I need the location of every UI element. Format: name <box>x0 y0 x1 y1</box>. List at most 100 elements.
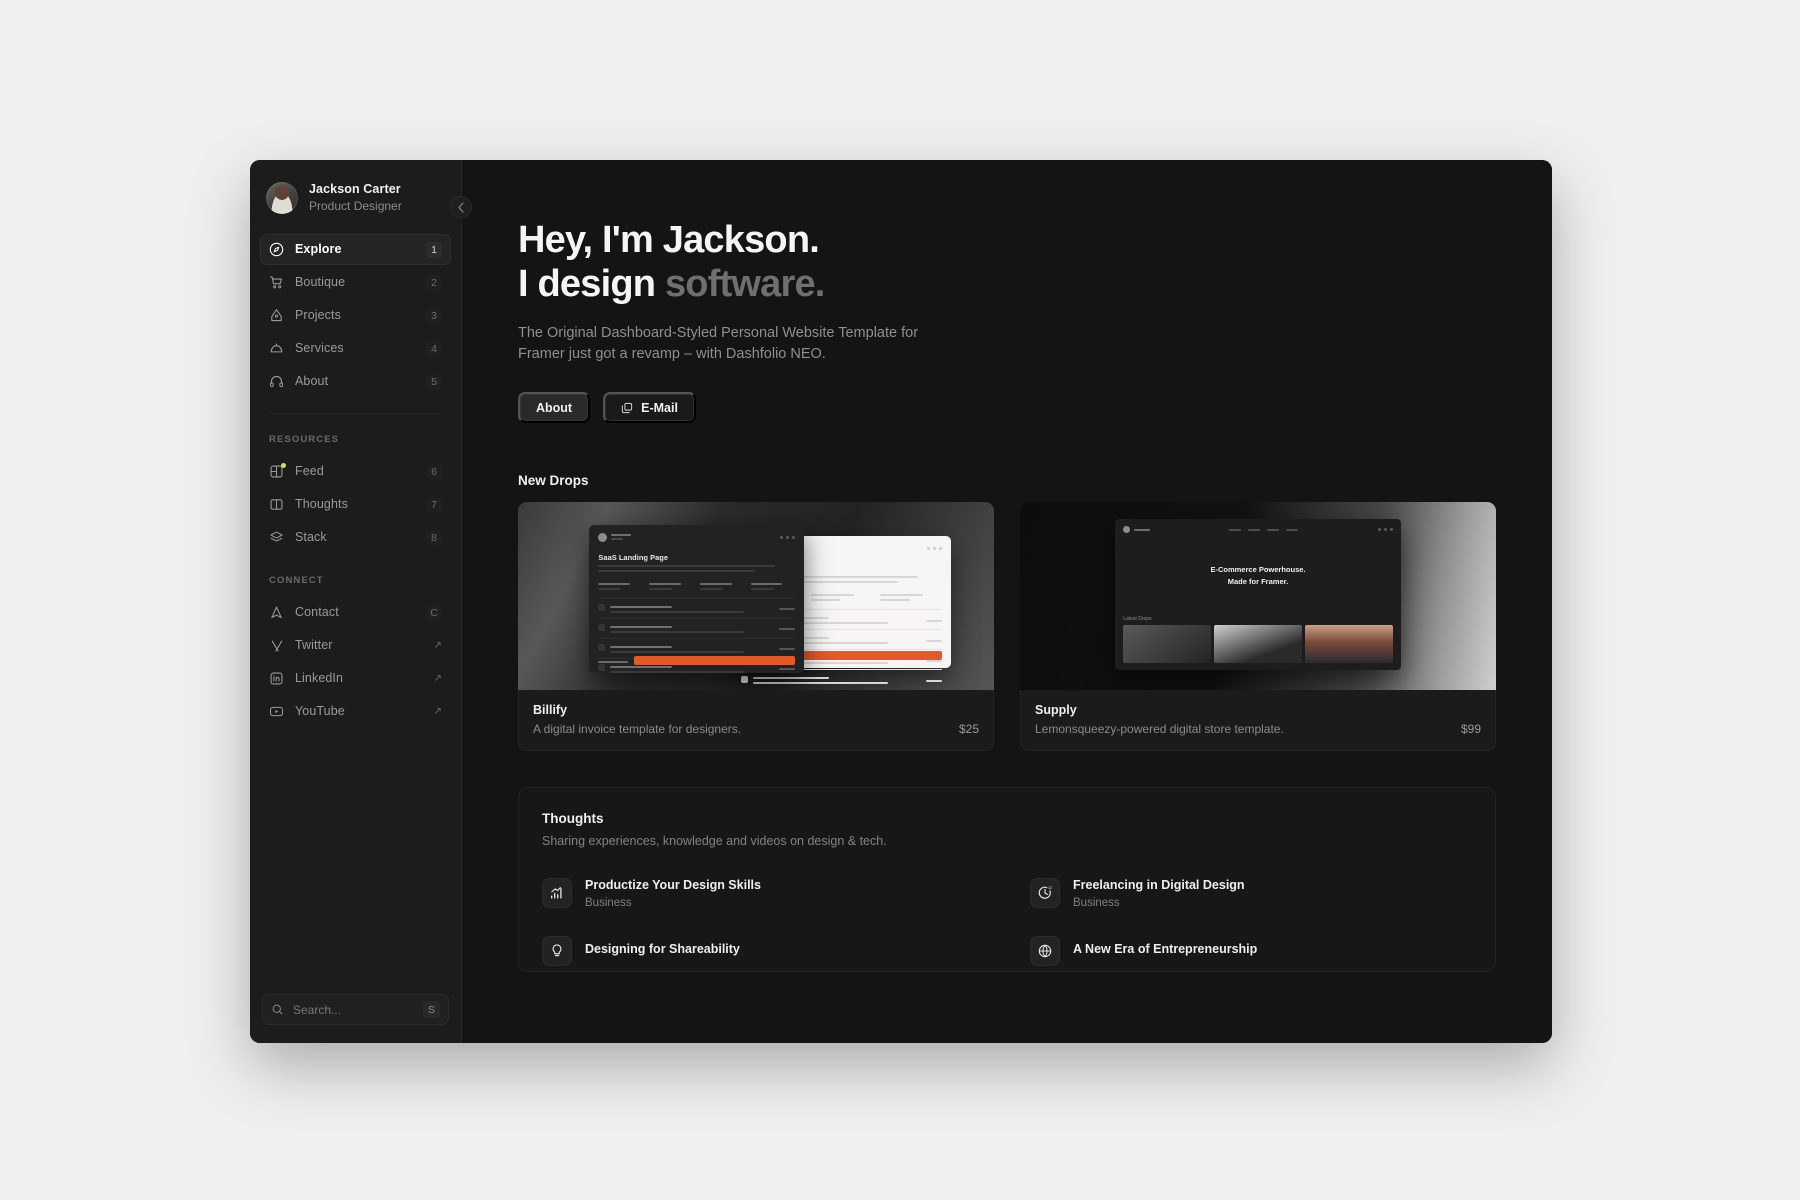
external-link-icon: ↗ <box>433 640 442 652</box>
sidebar-heading-resources: RESOURCES <box>269 434 340 446</box>
sidebar-item-badge: 3 <box>426 307 442 324</box>
sidebar-item-twitter[interactable]: Twitter ↗ <box>260 630 451 661</box>
preview-dark-heading: SaaS Landing Page <box>598 552 668 562</box>
thought-title: Designing for Shareability <box>585 942 740 956</box>
preview-gallery-item <box>1214 624 1302 663</box>
preview-gallery-item <box>1123 624 1212 663</box>
product-card-billify[interactable]: anding Page <box>518 502 994 752</box>
sidebar-item-about[interactable]: About 5 <box>260 366 451 397</box>
product-price: $25 <box>958 722 979 737</box>
headphone-icon <box>269 374 284 389</box>
profile-role: Product Designer <box>309 198 402 213</box>
thought-title: A New Era of Entrepreneurship <box>1073 942 1258 956</box>
hero-subtitle: The Original Dashboard-Styled Personal W… <box>518 325 919 362</box>
copy-icon <box>621 402 633 414</box>
search-shortcut: S <box>423 1001 440 1018</box>
sidebar-item-youtube[interactable]: YouTube ↗ <box>260 696 451 727</box>
sidebar-item-badge: 5 <box>426 373 442 390</box>
thoughts-title: Thoughts <box>542 811 604 827</box>
product-price: $99 <box>1460 722 1481 737</box>
connect-nav: Contact C Twitter ↗ LinkedIn ↗ YouTube ↗ <box>250 597 461 729</box>
sidebar-item-label: Services <box>295 341 344 356</box>
sidebar-item-explore[interactable]: Explore 1 <box>260 234 451 266</box>
sidebar-item-linkedin[interactable]: LinkedIn ↗ <box>260 663 451 694</box>
preview-supply-window: E-Commerce Powerhouse. Made for Framer. … <box>1115 519 1401 670</box>
sidebar-item-projects[interactable]: Projects 3 <box>260 300 451 331</box>
preview-headline-1: E-Commerce Powerhouse. <box>1210 564 1306 574</box>
bell-icon <box>269 341 284 356</box>
thought-item[interactable]: Productize Your Design Skills Business <box>542 872 984 914</box>
sidebar-item-label: Stack <box>295 530 327 545</box>
sidebar-item-badge: 4 <box>426 340 442 357</box>
resources-nav: Feed 6 Thoughts 7 Stack 8 <box>250 456 461 555</box>
thought-title: Productize Your Design Skills <box>585 878 761 892</box>
sidebar-item-label: Boutique <box>295 275 346 290</box>
bar-chart-up-icon <box>542 878 572 909</box>
about-button-label: About <box>536 400 573 415</box>
sidebar-item-boutique[interactable]: Boutique 2 <box>260 267 451 298</box>
sidebar-item-label: About <box>295 374 329 389</box>
product-card-supply[interactable]: E-Commerce Powerhouse. Made for Framer. … <box>1020 502 1496 752</box>
email-button[interactable]: E-Mail <box>603 392 696 424</box>
sidebar-item-thoughts[interactable]: Thoughts 7 <box>260 489 451 520</box>
sidebar-item-label: Contact <box>295 605 339 620</box>
sidebar-item-label: YouTube <box>295 704 345 719</box>
sidebar-item-stack[interactable]: Stack 8 <box>260 522 451 553</box>
external-link-icon: ↗ <box>433 673 442 685</box>
sidebar-item-services[interactable]: Services 4 <box>260 333 451 364</box>
youtube-icon <box>269 704 284 719</box>
sidebar-item-badge: C <box>426 604 442 621</box>
new-drops-list: anding Page <box>518 502 1496 752</box>
preview-headline-2: Made for Framer. <box>1227 576 1289 586</box>
sidebar-footer: Search... S <box>250 994 461 1043</box>
product-thumbnail: anding Page <box>518 502 994 691</box>
sidebar-item-label: Explore <box>295 242 342 257</box>
search-input[interactable]: Search... S <box>262 994 449 1025</box>
thought-item[interactable]: Designing for Shareability <box>542 930 984 972</box>
search-icon <box>271 1003 284 1016</box>
sidebar-item-contact[interactable]: Contact C <box>260 597 451 628</box>
sidebar-item-badge: 7 <box>426 496 442 513</box>
about-button[interactable]: About <box>518 392 591 424</box>
thought-item[interactable]: 12 Freelancing in Digital Design Busines… <box>1030 872 1472 914</box>
thoughts-subtitle: Sharing experiences, knowledge and video… <box>542 834 887 849</box>
thought-title: Freelancing in Digital Design <box>1073 878 1245 892</box>
new-drops-title: New Drops <box>518 473 589 489</box>
sidebar-item-label: Feed <box>295 464 324 479</box>
preview-section-label: Latest Drops <box>1123 615 1152 622</box>
notification-dot <box>281 463 286 469</box>
sidebar-item-feed[interactable]: Feed 6 <box>260 456 451 487</box>
sidebar-item-badge: 6 <box>426 463 442 480</box>
thought-category: Business <box>1073 896 1120 909</box>
sidebar-item-badge: 1 <box>426 241 442 258</box>
email-button-label: E-Mail <box>641 400 678 415</box>
thought-item[interactable]: A New Era of Entrepreneurship <box>1030 930 1472 972</box>
product-card-body: Billify A digital invoice template for d… <box>518 690 994 751</box>
avatar <box>266 182 298 215</box>
search-placeholder: Search... <box>293 1002 342 1017</box>
product-description: A digital invoice template for designers… <box>533 722 742 737</box>
clock-12-icon: 12 <box>1030 878 1060 909</box>
thought-category: Business <box>585 896 632 909</box>
hero-line-2-muted: software. <box>664 263 825 306</box>
primary-nav: Explore 1 Boutique 2 Projects 3 Services… <box>250 234 461 399</box>
compass-icon <box>269 242 284 257</box>
product-description: Lemonsqueezy-powered digital store templ… <box>1035 722 1284 737</box>
sidebar-collapse-button[interactable] <box>450 196 472 218</box>
book-icon <box>269 497 284 512</box>
sidebar: Jackson Carter Product Designer Explore … <box>250 160 472 1043</box>
preview-gallery-item <box>1304 624 1393 663</box>
sidebar-item-label: Thoughts <box>295 497 348 512</box>
thoughts-list: Productize Your Design Skills Business 1… <box>542 872 1472 972</box>
app-window: Jackson Carter Product Designer Explore … <box>250 160 1552 1043</box>
hero-actions: About E-Mail <box>518 392 1496 424</box>
x-twitter-icon <box>269 638 284 653</box>
sidebar-item-badge: 8 <box>426 529 442 546</box>
lightbulb-icon <box>542 936 572 967</box>
sidebar-item-label: LinkedIn <box>295 671 344 686</box>
sidebar-item-label: Twitter <box>295 638 333 653</box>
profile-block[interactable]: Jackson Carter Product Designer <box>250 160 461 234</box>
layers-icon <box>269 530 284 545</box>
hero-line-2-strong: I design <box>518 263 665 306</box>
navigation-icon <box>269 605 284 620</box>
